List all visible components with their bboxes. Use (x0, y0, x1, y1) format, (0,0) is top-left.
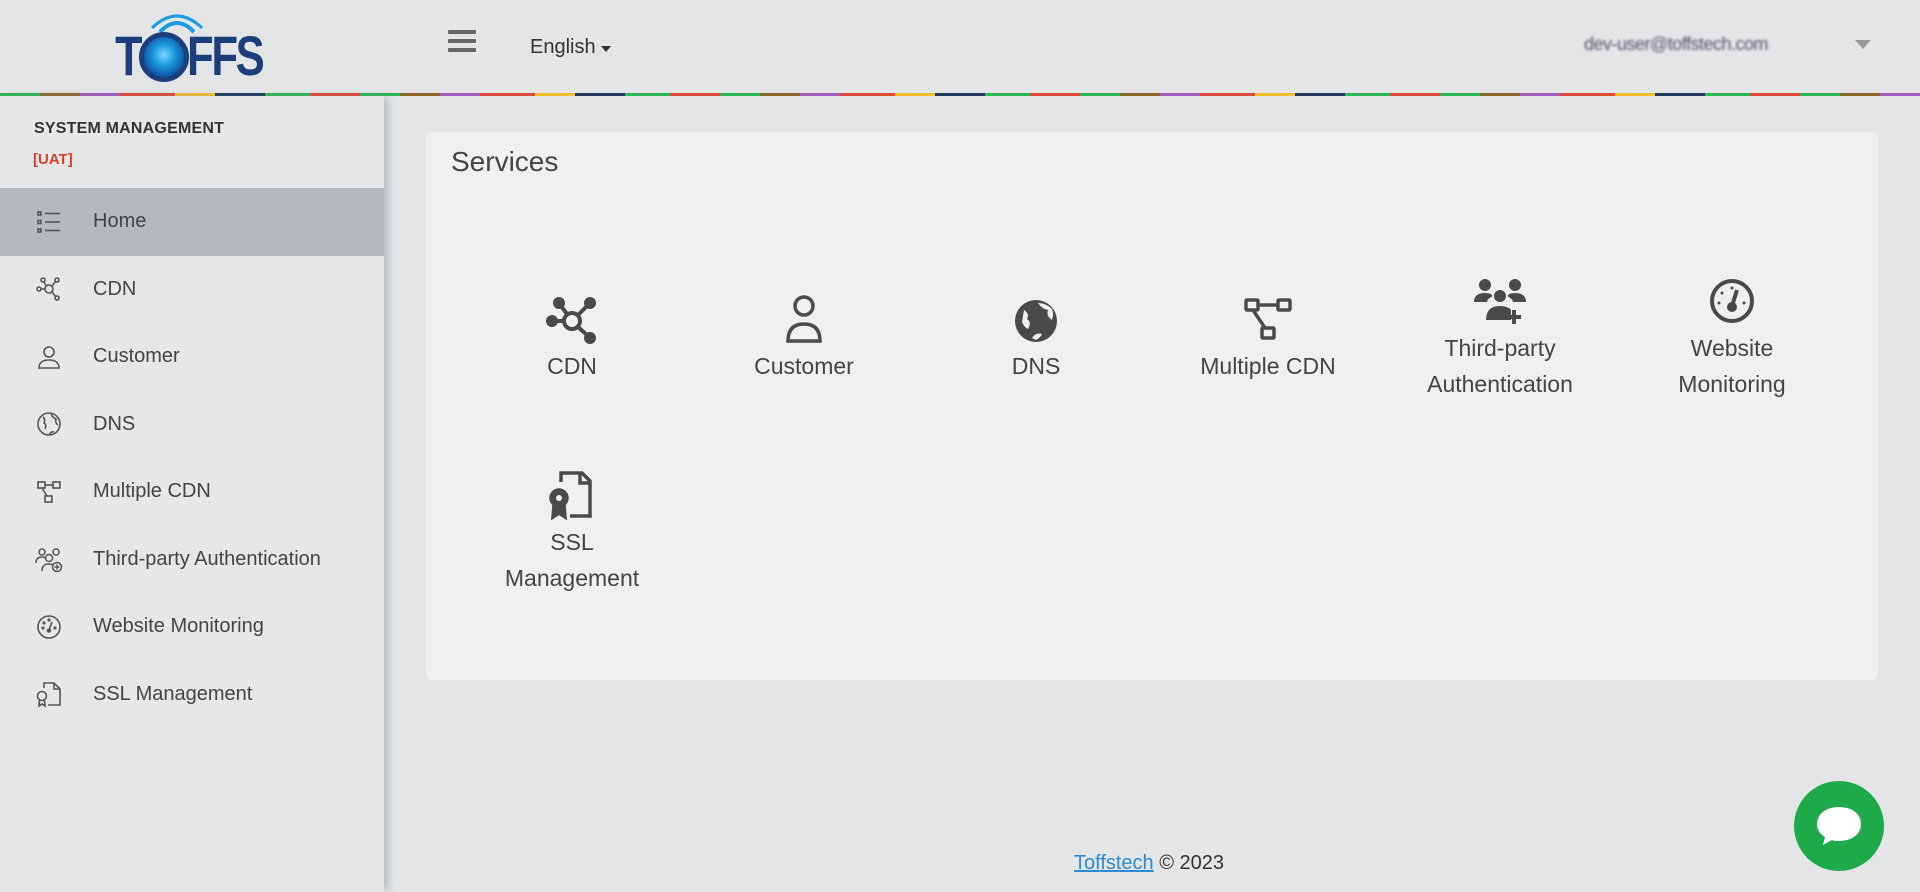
service-label: Multiple CDN (1200, 353, 1336, 379)
sidebar: SYSTEM MANAGEMENT [UAT] Home CDN Custome… (0, 96, 384, 892)
service-label: CDN (547, 353, 597, 379)
users-add-icon (34, 544, 64, 574)
toffs-logo[interactable]: T FFS (112, 8, 274, 86)
sidebar-item-ssl-management[interactable]: SSL Management (0, 661, 384, 729)
sidebar-item-website-monitoring[interactable]: Website Monitoring (0, 593, 384, 661)
menu-toggle-button[interactable] (448, 30, 476, 58)
top-header: T FFS English dev-user@toffstech.com (0, 0, 1920, 96)
footer-company-link[interactable]: Toffstech (1074, 852, 1154, 874)
footer-copyright: © 2023 (1159, 852, 1225, 874)
service-card-multiple-cdn[interactable]: Multiple CDN (1158, 294, 1378, 384)
sidebar-item-label: DNS (93, 412, 136, 435)
network-hub-icon (544, 294, 600, 344)
service-label-line-2: Monitoring (1678, 371, 1786, 397)
sidebar-item-label: SSL Management (93, 682, 253, 705)
chat-widget-button[interactable] (1794, 781, 1884, 871)
globe-icon (1008, 294, 1064, 344)
service-card-customer[interactable]: Customer (694, 294, 914, 384)
logo-wordmark: T FFS (115, 24, 265, 87)
caret-down-icon (600, 45, 611, 52)
globe-icon (34, 409, 64, 439)
service-label-line-1: Third-party (1444, 335, 1556, 361)
sidebar-item-label: Home (93, 210, 147, 233)
users-add-icon (1472, 276, 1528, 326)
service-card-website-monitoring[interactable]: Website Monitoring (1622, 276, 1842, 402)
sidebar-title: SYSTEM MANAGEMENT (34, 120, 225, 137)
gauge-icon (34, 612, 64, 642)
file-certificate-icon (34, 679, 64, 709)
user-email[interactable]: dev-user@toffstech.com (1584, 34, 1769, 55)
services-panel: Services CDN Customer DNS Multiple CDN T… (426, 132, 1878, 680)
diagram-nodes-icon (34, 477, 64, 507)
sidebar-item-customer[interactable]: Customer (0, 323, 384, 391)
gauge-icon (1704, 276, 1760, 326)
environment-badge: [UAT] (33, 151, 73, 168)
chat-bubble-icon (1817, 807, 1861, 845)
service-label-line-2: Management (504, 565, 640, 591)
service-card-dns[interactable]: DNS (926, 294, 1146, 384)
services-grid: CDN Customer DNS Multiple CDN Third-part… (426, 132, 1878, 680)
sidebar-item-dns[interactable]: DNS (0, 391, 384, 459)
service-label-line-1: Website (1690, 335, 1774, 361)
sidebar-item-cdn[interactable]: CDN (0, 256, 384, 324)
service-label: DNS (1011, 353, 1061, 379)
sidebar-item-label: Third-party Authentication (93, 547, 321, 570)
diagram-nodes-icon (1240, 294, 1296, 344)
service-card-ssl-management[interactable]: SSL Management (462, 470, 682, 596)
language-label: English (530, 36, 596, 58)
network-hub-icon (34, 274, 64, 304)
list-icon (34, 207, 64, 237)
service-label: Customer (754, 353, 854, 379)
sidebar-item-multiple-cdn[interactable]: Multiple CDN (0, 458, 384, 526)
sidebar-nav: Home CDN Customer DNS Multiple CDN Third… (0, 188, 384, 728)
sidebar-item-label: Customer (93, 345, 180, 368)
service-card-third-party-auth[interactable]: Third-party Authentication (1390, 276, 1610, 402)
sidebar-item-third-party-auth[interactable]: Third-party Authentication (0, 526, 384, 594)
service-label-line-1: SSL (550, 529, 594, 555)
sidebar-item-label: CDN (93, 277, 137, 300)
file-certificate-icon (544, 470, 600, 521)
sidebar-item-label: Website Monitoring (93, 615, 264, 638)
user-icon (776, 294, 832, 344)
sidebar-item-label: Multiple CDN (93, 480, 211, 503)
user-icon (34, 342, 64, 372)
service-card-cdn[interactable]: CDN (462, 294, 682, 384)
user-menu-caret-icon[interactable] (1855, 40, 1871, 49)
language-dropdown[interactable]: English (530, 36, 611, 59)
sidebar-item-home[interactable]: Home (0, 188, 384, 256)
service-label-line-2: Authentication (1427, 371, 1573, 397)
footer: Toffstech © 2023 (1074, 852, 1224, 875)
